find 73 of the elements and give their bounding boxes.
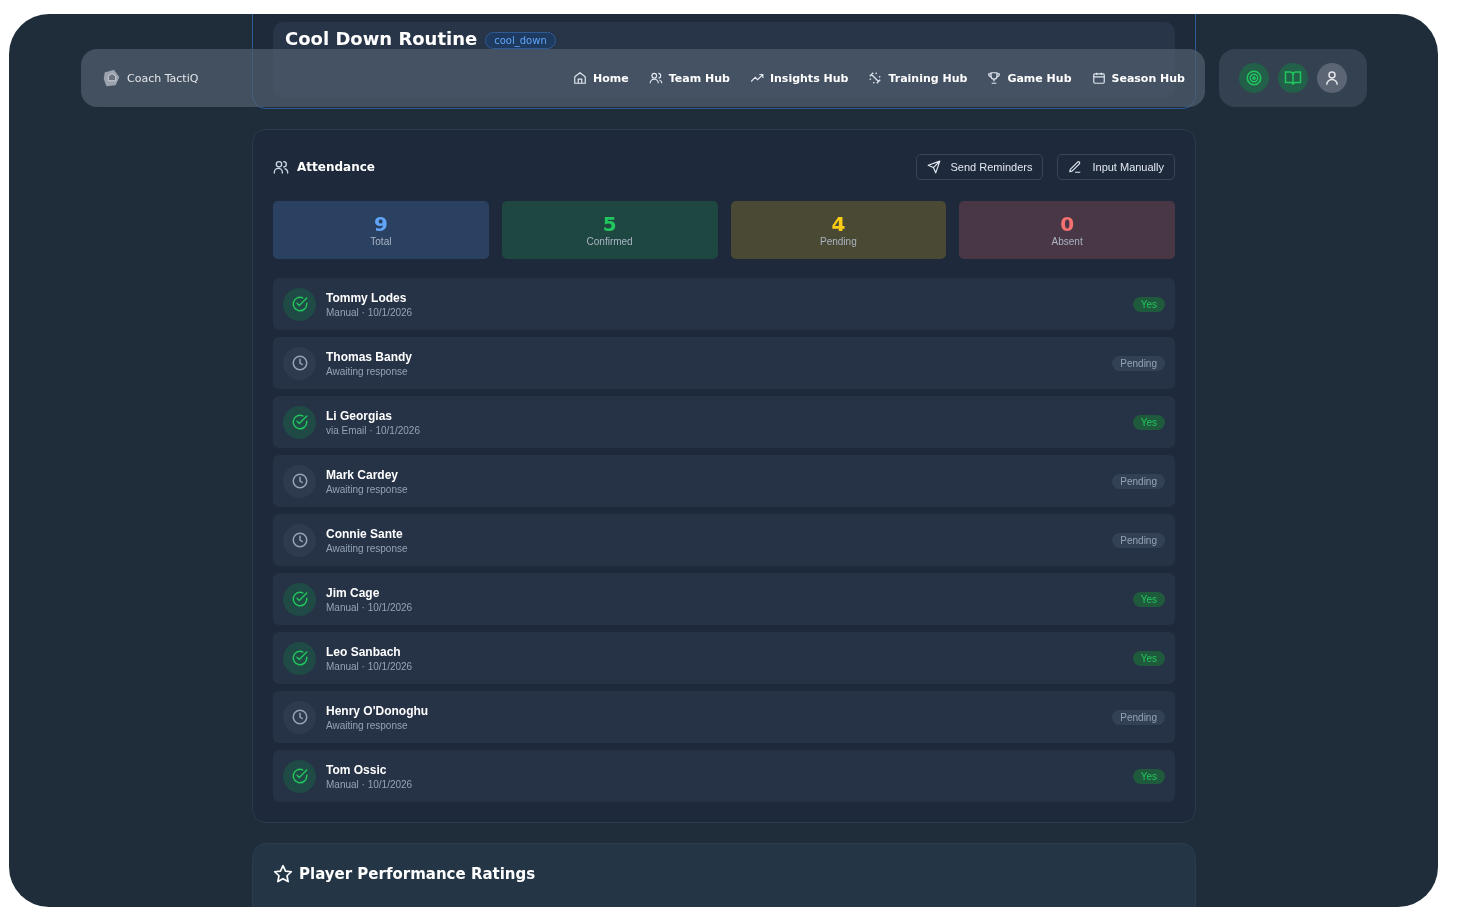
ratings-title: Player Performance Ratings (299, 865, 536, 883)
check-circle-icon (290, 590, 309, 608)
check-circle-icon (290, 295, 309, 313)
clock-icon (290, 708, 309, 726)
target-icon (1245, 69, 1263, 87)
status-badge: Yes (1132, 650, 1165, 666)
response-detail: Awaiting response (326, 542, 409, 554)
target-button[interactable] (1239, 63, 1269, 93)
dumbbell-icon (868, 71, 883, 85)
trend-icon (749, 71, 764, 85)
user-icon (1323, 69, 1341, 87)
nav-link[interactable]: Training Hub (868, 71, 968, 85)
status-badge: Yes (1132, 768, 1165, 784)
check-circle-icon (290, 413, 309, 431)
session-tag: cool_down (485, 32, 556, 49)
player-name: Henry O'Donoghu (326, 703, 430, 718)
status-badge: Yes (1132, 591, 1165, 607)
stat-label: Pending (820, 235, 857, 247)
book-button[interactable] (1278, 63, 1308, 93)
status-badge: Pending (1112, 473, 1165, 489)
stat-value: 4 (831, 213, 846, 234)
stat-value: 0 (1060, 213, 1075, 234)
users-icon (273, 159, 289, 175)
stat-value: 5 (602, 213, 617, 234)
profile-button[interactable] (1317, 63, 1347, 93)
calendar-icon (1091, 71, 1106, 85)
player-name: Mark Cardey (326, 467, 400, 482)
response-detail: Manual · 10/1/2026 (326, 601, 414, 613)
send-icon (926, 160, 941, 174)
player-name: Li Georgias (326, 408, 394, 423)
status-badge: Pending (1112, 355, 1165, 371)
check-circle-icon (290, 767, 309, 785)
player-name: Jim Cage (326, 585, 381, 600)
status-badge: Pending (1112, 709, 1165, 725)
player-name: Thomas Bandy (326, 349, 413, 364)
response-detail: Manual · 10/1/2026 (326, 778, 414, 790)
status-badge: Pending (1112, 532, 1165, 548)
player-name: Tommy Lodes (326, 290, 408, 305)
send-reminders-button[interactable]: Send Reminders (915, 154, 1044, 180)
stat-label: Confirmed (586, 235, 633, 247)
session-title: Cool Down Routine (285, 28, 478, 49)
nav-link[interactable]: Home (573, 71, 629, 85)
stat-label: Total (370, 235, 392, 247)
response-detail: Awaiting response (326, 719, 409, 731)
trophy-icon (987, 71, 1002, 85)
book-icon (1284, 69, 1302, 87)
player-name: Tom Ossic (326, 762, 388, 777)
attendance-title: Attendance (297, 160, 375, 174)
status-badge: Yes (1132, 296, 1165, 312)
pencil-icon (1068, 160, 1083, 174)
nav-link[interactable]: Game Hub (987, 71, 1072, 85)
player-name: Connie Sante (326, 526, 404, 541)
response-detail: via Email · 10/1/2026 (326, 424, 421, 436)
clock-icon (290, 531, 309, 549)
star-icon (273, 864, 293, 884)
response-detail: Manual · 10/1/2026 (326, 660, 414, 672)
response-detail: Manual · 10/1/2026 (326, 306, 414, 318)
response-detail: Awaiting response (326, 365, 409, 377)
input-manually-button[interactable]: Input Manually (1057, 154, 1175, 180)
clock-icon (290, 472, 309, 490)
clock-icon (290, 354, 309, 372)
brand-name: Coach TactiQ (127, 71, 199, 85)
player-name: Leo Sanbach (326, 644, 402, 659)
nav-link[interactable]: Insights Hub (749, 71, 849, 85)
home-icon (573, 71, 588, 85)
nav-link[interactable]: Season Hub (1091, 71, 1185, 85)
response-detail: Awaiting response (326, 483, 409, 495)
stat-label: Absent (1051, 235, 1083, 247)
status-badge: Yes (1132, 414, 1165, 430)
check-circle-icon (290, 649, 309, 667)
stat-value: 9 (373, 213, 388, 234)
users-icon (648, 71, 663, 85)
nav-link[interactable]: Team Hub (648, 71, 730, 85)
